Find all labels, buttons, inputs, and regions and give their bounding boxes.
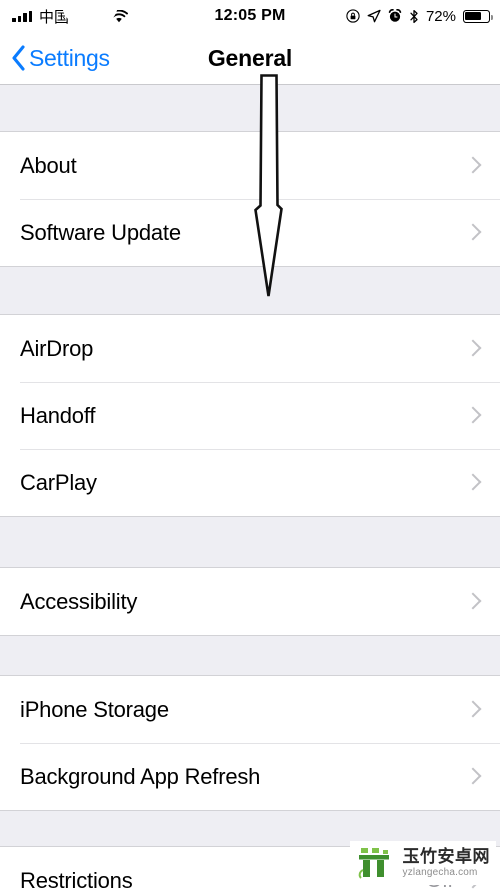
group-spacer [0, 84, 500, 132]
chevron-right-icon [467, 473, 478, 492]
row-background-app-refresh[interactable]: Background App Refresh [0, 743, 500, 810]
chevron-right-icon [467, 156, 478, 175]
row-label: Handoff [20, 402, 96, 428]
row-accessibility[interactable]: Accessibility [0, 568, 500, 635]
battery-percent-label: 72% [425, 7, 456, 25]
row-software-update[interactable]: Software Update [0, 199, 500, 266]
chevron-right-icon [467, 700, 478, 719]
watermark-text: 玉竹安卓网 yzlangecha.com [403, 848, 491, 878]
settings-table: About Software Update AirDrop Handoff Ca… [0, 84, 500, 889]
settings-group-3: Accessibility [0, 568, 500, 635]
alarm-clock-icon [388, 9, 402, 23]
row-label: AirDrop [20, 335, 94, 361]
settings-group-2: AirDrop Handoff CarPlay [0, 315, 500, 516]
chevron-right-icon [467, 339, 478, 358]
chevron-right-icon [467, 767, 478, 786]
settings-group-1: About Software Update [0, 132, 500, 266]
row-label: About [20, 152, 77, 178]
rotation-lock-icon [346, 9, 360, 23]
row-iphone-storage[interactable]: iPhone Storage [0, 676, 500, 743]
chevron-right-icon [467, 223, 478, 242]
navigation-bar: Settings General [0, 32, 500, 84]
signal-bars-icon [12, 10, 32, 22]
row-about[interactable]: About [0, 132, 500, 199]
row-label: iPhone Storage [20, 696, 169, 722]
group-spacer [0, 266, 500, 315]
settings-group-4: iPhone Storage Background App Refresh [0, 676, 500, 810]
row-label: Accessibility [20, 588, 138, 614]
row-label: Software Update [20, 219, 181, 245]
status-bar-right: 72% [346, 0, 493, 32]
chevron-right-icon [467, 592, 478, 611]
back-button[interactable]: Settings [0, 45, 110, 72]
group-spacer [0, 635, 500, 676]
watermark: 玉竹安卓网 yzlangecha.com [349, 841, 496, 885]
chevron-right-icon [467, 406, 478, 425]
row-label: CarPlay [20, 469, 97, 495]
battery-icon [463, 9, 493, 23]
row-handoff[interactable]: Handoff [0, 382, 500, 449]
clock-label: 12:05 PM [214, 7, 286, 24]
row-airdrop[interactable]: AirDrop [0, 315, 500, 382]
group-spacer [0, 516, 500, 568]
bluetooth-icon [409, 9, 419, 24]
location-arrow-icon [367, 9, 381, 23]
row-label: Background App Refresh [20, 763, 261, 789]
status-bar: 中国 12:05 PM 72% [0, 0, 500, 32]
watermark-site-name: 玉竹安卓网 [402, 847, 490, 866]
row-carplay[interactable]: CarPlay [0, 449, 500, 516]
phone-screen: 中国 12:05 PM 72% Settings General About S… [0, 0, 500, 889]
back-button-label: Settings [29, 44, 110, 71]
chevron-left-icon [11, 45, 26, 71]
watermark-url: yzlangecha.com [402, 867, 478, 878]
watermark-logo-icon [358, 848, 389, 879]
